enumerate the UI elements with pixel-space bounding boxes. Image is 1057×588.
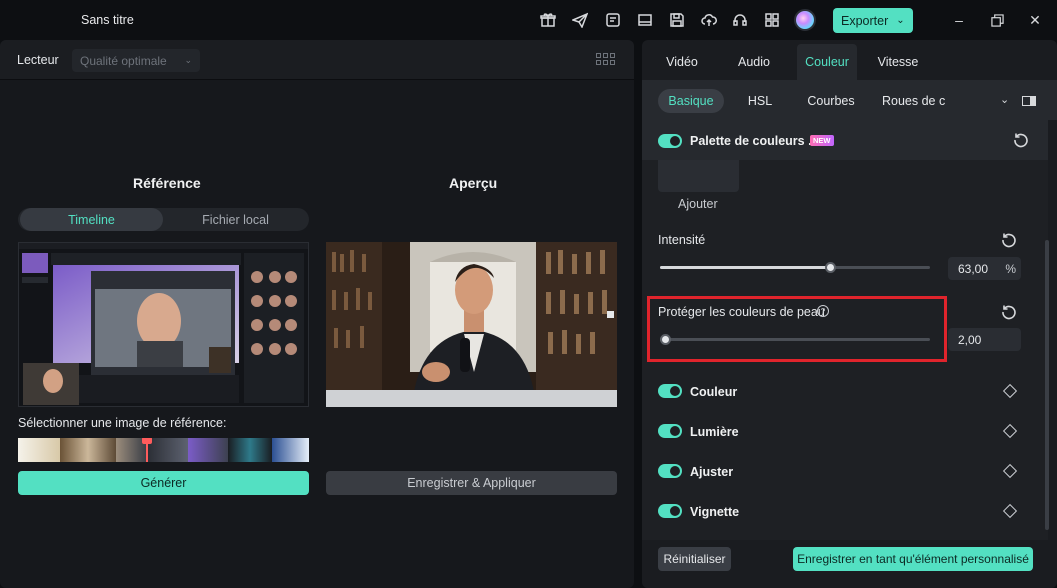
chevron-down-icon: ⌄	[184, 55, 192, 65]
reset-icon[interactable]	[1001, 232, 1017, 248]
export-label: Exporter	[841, 13, 889, 28]
chevron-down-icon: ⌄	[896, 15, 905, 26]
light-section-toggle[interactable]	[658, 424, 682, 438]
reference-filmstrip[interactable]	[18, 438, 309, 462]
skin-protect-label: Protéger les couleurs de peau	[658, 305, 825, 319]
properties-panel: Vidéo Audio Couleur Vitesse Basique HSL …	[642, 40, 1057, 588]
color-section-label: Couleur	[690, 385, 738, 399]
intensity-slider-fill	[660, 266, 831, 269]
light-section-label: Lumière	[690, 425, 739, 439]
screen-icon[interactable]	[636, 11, 654, 29]
tab-basic[interactable]: Basique	[658, 89, 724, 113]
select-reference-label: Sélectionner une image de référence:	[18, 416, 227, 430]
preview-title: Aperçu	[449, 175, 498, 191]
new-badge: NEW	[810, 135, 834, 146]
tab-hsl[interactable]: HSL	[738, 89, 782, 113]
player-header: Lecteur Qualité optimale ⌄	[0, 40, 634, 80]
film-frame	[188, 438, 228, 462]
reference-source-tabs: Timeline Fichier local	[18, 208, 309, 231]
quality-select[interactable]: Qualité optimale ⌄	[72, 49, 200, 72]
title-bar: Sans titre Exporter ⌄ – ✕	[0, 0, 1057, 40]
intensity-label: Intensité	[658, 233, 706, 247]
color-section-toggle[interactable]	[658, 384, 682, 398]
export-button[interactable]: Exporter ⌄	[833, 8, 913, 33]
reference-title: Référence	[133, 175, 201, 191]
reset-all-button[interactable]: Réinitialiser	[658, 547, 731, 571]
reset-icon[interactable]	[1013, 132, 1029, 148]
film-frame	[18, 438, 60, 462]
adjust-section-label: Ajuster	[690, 465, 734, 479]
reset-icon[interactable]	[1001, 304, 1017, 320]
chevron-down-icon[interactable]: ⌄	[1000, 93, 1009, 106]
save-apply-button[interactable]: Enregistrer & Appliquer	[326, 471, 617, 495]
tab-local-file[interactable]: Fichier local	[164, 208, 307, 231]
headset-icon[interactable]	[731, 11, 749, 29]
tab-timeline[interactable]: Timeline	[20, 208, 163, 231]
tab-speed[interactable]: Vitesse	[872, 44, 924, 80]
panel-scrollbar[interactable]	[1045, 240, 1049, 530]
close-icon[interactable]: ✕	[1026, 11, 1044, 29]
vignette-section-label: Vignette	[690, 505, 740, 519]
player-label: Lecteur	[17, 53, 59, 67]
intensity-value: 63,00	[958, 261, 989, 276]
intensity-value-field[interactable]: 63,00 %	[948, 257, 1021, 280]
user-avatar[interactable]	[794, 9, 816, 31]
film-frame	[272, 438, 309, 462]
reference-image	[18, 242, 309, 407]
adjust-section-toggle[interactable]	[658, 464, 682, 478]
skin-protect-value-field[interactable]: 2,00	[948, 328, 1021, 351]
fullscreen-icon[interactable]	[607, 311, 614, 318]
film-frame	[60, 438, 116, 462]
checklist-icon[interactable]	[604, 11, 622, 29]
film-frame	[228, 438, 272, 462]
palette-toggle[interactable]	[658, 134, 682, 148]
tab-color[interactable]: Couleur	[797, 44, 857, 80]
filmstrip-playhead[interactable]	[142, 438, 152, 462]
main-tabs: Vidéo Audio Couleur Vitesse	[642, 40, 1057, 80]
tab-curves[interactable]: Courbes	[802, 89, 860, 113]
intensity-unit: %	[1005, 262, 1016, 276]
film-frame	[148, 438, 188, 462]
preview-image	[326, 242, 617, 407]
vignette-section-toggle[interactable]	[658, 504, 682, 518]
sub-tabs: Basique HSL Courbes Roues de c ⌄	[642, 80, 1057, 120]
panel-layout-icon[interactable]	[1022, 96, 1036, 106]
save-icon[interactable]	[668, 11, 686, 29]
add-label: Ajouter	[678, 197, 718, 211]
send-icon[interactable]	[571, 11, 589, 29]
skin-protect-value: 2,00	[958, 332, 982, 347]
tab-color-wheels[interactable]: Roues de c	[882, 89, 948, 113]
quality-value: Qualité optimale	[80, 53, 167, 68]
player-panel: Lecteur Qualité optimale ⌄ Référence Ape…	[0, 40, 634, 588]
app-title: Sans titre	[81, 13, 134, 27]
cloud-upload-icon[interactable]	[700, 11, 718, 29]
palette-label: Palette de couleurs ...	[690, 134, 819, 148]
apps-grid-icon[interactable]	[763, 11, 781, 29]
generate-button[interactable]: Générer	[18, 471, 309, 495]
minimize-icon[interactable]: –	[950, 11, 968, 29]
skin-protect-slider[interactable]	[660, 334, 930, 345]
help-icon[interactable]: ?	[817, 305, 829, 317]
gift-icon[interactable]	[539, 11, 557, 29]
tab-audio[interactable]: Audio	[728, 44, 780, 80]
maximize-icon[interactable]	[988, 11, 1006, 29]
add-palette-tile[interactable]	[658, 160, 739, 192]
save-custom-button[interactable]: Enregistrer en tant qu'élément personnal…	[793, 547, 1033, 571]
grid-view-icon[interactable]	[596, 53, 616, 67]
intensity-slider[interactable]	[660, 262, 930, 273]
tab-video[interactable]: Vidéo	[656, 44, 708, 80]
